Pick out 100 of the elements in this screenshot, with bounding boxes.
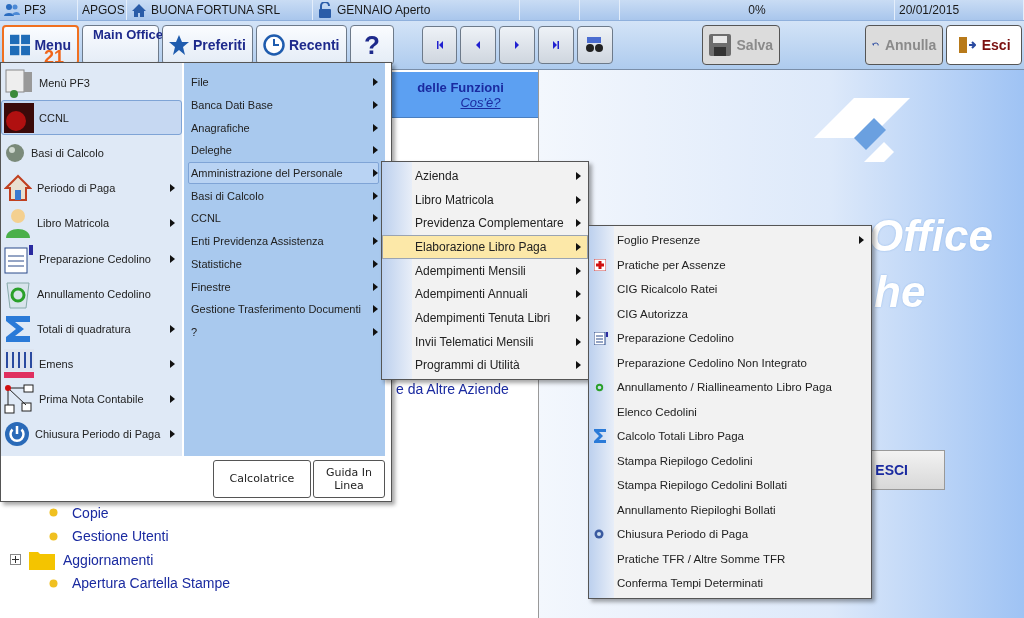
navigation-button[interactable] — [499, 26, 535, 64]
menu-item[interactable]: Azienda — [382, 164, 588, 188]
help-button[interactable]: ? — [349, 25, 395, 65]
function-link-text[interactable]: e da Altre Aziende — [396, 381, 509, 397]
menu-item[interactable]: Basi di Calcolo — [188, 184, 379, 208]
menu-item[interactable]: Libro Matricola — [1, 205, 182, 241]
navigation-button[interactable] — [537, 26, 574, 64]
sigma-icon — [4, 313, 32, 344]
clock-icon — [262, 34, 285, 56]
menu-item[interactable]: Enti Previdenza Assistenza — [188, 229, 379, 253]
menu-item[interactable]: Totali di quadratura — [1, 311, 182, 347]
submenu-arrow-icon — [373, 169, 378, 178]
menu-item[interactable]: File — [188, 71, 379, 94]
menu-item[interactable]: CIG Autorizza — [589, 301, 871, 326]
menu-item[interactable]: Preparazione Cedolino — [589, 326, 871, 351]
bullet-icon — [49, 531, 58, 541]
padlock-icon — [317, 2, 333, 18]
previous-icon — [475, 41, 481, 49]
toolbar-button[interactable]: Recenti — [255, 25, 347, 65]
submenu-arrow-icon — [373, 191, 378, 200]
submenu-arrow-icon — [576, 219, 581, 228]
menu-item[interactable]: Gestione Trasferimento Documenti — [188, 297, 379, 321]
submenu-arrow-icon — [170, 219, 175, 228]
windows-tiles-icon — [10, 33, 31, 57]
menu-item[interactable]: Finestre — [188, 275, 379, 298]
menu-item[interactable]: Annullamento Cedolino — [1, 276, 182, 312]
menu-item[interactable]: Calcolo Totali Libro Paga — [589, 424, 871, 449]
submenu-arrow-icon — [373, 305, 378, 314]
menu-item[interactable]: Foglio Presenze — [589, 228, 871, 253]
power-icon — [4, 421, 30, 448]
monitor-icon — [4, 67, 34, 98]
menu-item[interactable]: CCNL — [1, 100, 182, 136]
tree-item[interactable]: Aggiornamenti — [63, 551, 154, 568]
menu-item[interactable]: Chiusura Periodo di Paga — [1, 416, 182, 453]
menu-footer-button[interactable]: Calcolatrice — [213, 459, 311, 498]
menu-item[interactable]: Preparazione Cedolino Non Integrato — [589, 350, 871, 375]
menu-item[interactable]: Elenco Cedolini — [589, 399, 871, 424]
submenu-arrow-icon — [373, 101, 378, 110]
house-icon — [4, 174, 32, 203]
status-text: BUONA FORTUNA SRL — [151, 3, 281, 17]
menu-item[interactable]: Elaborazione Libro Paga — [382, 235, 588, 259]
exit-button[interactable]: Esci — [946, 25, 1023, 65]
tree-item[interactable]: Gestione Utenti — [72, 528, 169, 545]
submenu-arrow-icon — [373, 214, 378, 223]
menu-item[interactable]: Annullamento / Riallineamento Libro Paga — [589, 375, 871, 400]
submenu-arrow-icon — [576, 361, 581, 370]
info-link[interactable]: Cos'è? — [460, 95, 501, 110]
status-text: 0% — [748, 3, 766, 17]
menu-item[interactable]: Pratiche per Assenze — [589, 252, 871, 277]
menu-item[interactable]: CCNL — [188, 207, 379, 230]
menu-item[interactable]: Libro Matricola — [382, 187, 588, 212]
submenu-arrow-icon — [576, 266, 581, 275]
toolbar-button[interactable]: Preferiti — [162, 25, 253, 65]
navigation-button[interactable] — [421, 26, 458, 64]
tree-item[interactable]: Apertura Cartella Stampe — [72, 575, 230, 592]
menu-item[interactable]: Programmi di Utilità — [382, 353, 588, 378]
menu-item[interactable]: Anagrafiche — [188, 116, 379, 140]
submenu-arrow-icon — [373, 259, 378, 268]
navigation-button[interactable] — [460, 26, 497, 64]
expand-toggle-icon[interactable] — [10, 554, 21, 566]
submenu-arrow-icon — [576, 242, 581, 251]
menu-item[interactable]: Adempimenti Mensili — [382, 258, 588, 283]
menu-item[interactable]: Previdenza Complementare — [382, 211, 588, 236]
menu-footer-button[interactable]: Guida In Linea — [313, 459, 385, 498]
submenu-arrow-icon — [170, 254, 175, 263]
menu-item[interactable]: Deleghe — [188, 139, 379, 162]
menu-item[interactable]: Banca Dati Base — [188, 93, 379, 117]
menu-item[interactable]: Periodo di Paga — [1, 170, 182, 206]
logo-icon — [814, 98, 910, 162]
submenu-arrow-icon — [576, 171, 581, 180]
menu-item[interactable]: Statistiche — [188, 252, 379, 276]
menu-item[interactable]: Annullamento Riepiloghi Bollati — [589, 497, 871, 522]
users-icon — [4, 3, 20, 17]
menu-item[interactable]: Chiusura Periodo di Paga — [589, 522, 871, 547]
menu-item[interactable]: Basi di Calcolo — [1, 135, 182, 171]
menu-item[interactable]: Amministrazione del Personale — [188, 161, 379, 185]
menu-item[interactable]: Prima Nota Contabile — [1, 381, 182, 417]
network-icon — [4, 384, 34, 415]
menu-item[interactable]: ? — [188, 320, 379, 344]
menu-item[interactable]: Adempimenti Annuali — [382, 282, 588, 307]
menu-item[interactable]: Preparazione Cedolino — [1, 240, 182, 277]
menu-item[interactable]: CIG Ricalcolo Ratei — [589, 277, 871, 302]
menu-item[interactable]: Invii Telematici Mensili — [382, 329, 588, 354]
menu-item[interactable]: Pratiche TFR / Altre Somme TFR — [589, 546, 871, 571]
submenu-arrow-icon — [373, 123, 378, 132]
submenu-arrow-icon — [576, 313, 581, 322]
gear-icon — [594, 529, 604, 540]
sigma-icon — [594, 429, 606, 444]
menu-item[interactable]: Adempimenti Tenuta Libri — [382, 306, 588, 330]
menu-item[interactable]: Conferma Tempi Determinati — [589, 571, 871, 596]
submenu-arrow-icon — [170, 395, 175, 404]
last-record-icon — [551, 40, 560, 50]
status-text: 20/01/2015 — [899, 3, 960, 17]
menu-item[interactable]: Menù PF3 — [1, 65, 182, 101]
grid-logo-icon — [4, 349, 34, 380]
menu-item[interactable]: Emens — [1, 346, 182, 382]
tree-item[interactable]: Copie — [72, 504, 109, 521]
search-button[interactable] — [576, 26, 613, 64]
bullet-icon — [49, 508, 58, 518]
status-text: GENNAIO Aperto — [337, 3, 431, 17]
